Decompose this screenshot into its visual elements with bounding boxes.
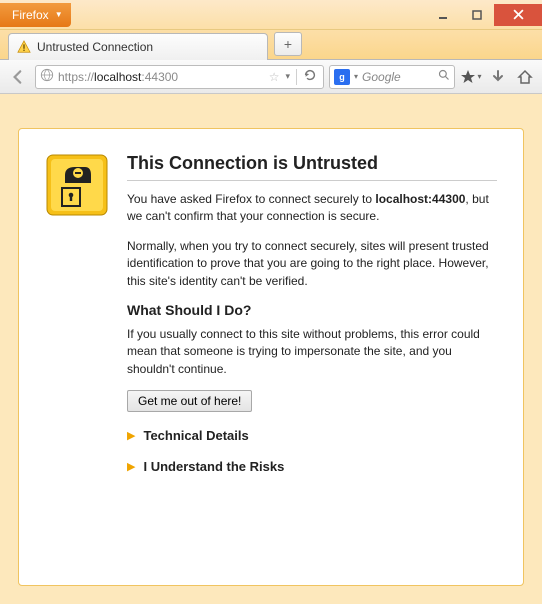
chevron-down-icon: ▼ [55,10,63,19]
nav-back-button[interactable] [6,65,30,89]
window-maximize-button[interactable] [460,4,494,26]
nav-toolbar: https://localhost:44300 ☆ ▾ g ▾ Google ▾ [0,60,542,94]
close-icon [513,9,524,20]
window-close-button[interactable] [494,4,542,26]
window-titlebar: Firefox ▼ [0,0,542,30]
error-heading: This Connection is Untrusted [127,153,497,181]
url-text: https://localhost:44300 [58,70,265,84]
url-scheme: https:// [58,70,94,84]
tab-title: Untrusted Connection [37,40,153,54]
urlbar-endcap: ☆ ▾ [269,68,321,85]
error-host: localhost:44300 [375,192,465,206]
google-engine-icon[interactable]: g [334,69,350,85]
error-para-3: If you usually connect to this site with… [127,326,497,378]
tab-strip: Untrusted Connection + [0,30,542,60]
search-bar[interactable]: g ▾ Google [329,65,455,89]
plus-icon: + [284,36,292,52]
downloads-button[interactable] [487,66,509,88]
search-icon[interactable] [438,69,450,84]
url-host: localhost [94,70,141,84]
maximize-icon [472,10,482,20]
firefox-menu-label: Firefox [12,8,49,22]
get-me-out-button[interactable]: Get me out of here! [127,390,252,412]
search-placeholder: Google [362,70,401,84]
chevron-down-icon: ▾ [477,72,481,81]
window-controls [426,4,542,26]
understand-risks-label: I Understand the Risks [143,459,284,474]
window-minimize-button[interactable] [426,4,460,26]
error-body: This Connection is Untrusted You have as… [127,153,497,559]
error-para-2: Normally, when you try to connect secure… [127,238,497,290]
back-arrow-icon [9,68,27,86]
understand-risks-expander[interactable]: ▶ I Understand the Risks [127,459,497,474]
url-bar[interactable]: https://localhost:44300 ☆ ▾ [35,65,324,89]
untrusted-badge-icon [45,153,109,217]
bookmarks-menu-button[interactable]: ▾ [460,66,482,88]
reload-icon[interactable] [303,68,317,85]
firefox-menu-button[interactable]: Firefox ▼ [0,3,71,27]
minimize-icon [438,10,448,20]
home-button[interactable] [514,66,536,88]
bookmark-star-icon[interactable]: ☆ [269,70,280,84]
expand-arrow-icon: ▶ [127,460,135,473]
warning-triangle-icon [17,40,31,54]
globe-icon [40,68,54,85]
new-tab-button[interactable]: + [274,32,302,56]
dropdown-chevron-icon[interactable]: ▾ [285,71,290,82]
page-content-area: This Connection is Untrusted You have as… [0,94,542,604]
technical-details-expander[interactable]: ▶ Technical Details [127,428,497,443]
technical-details-label: Technical Details [143,428,248,443]
expand-arrow-icon: ▶ [127,429,135,442]
home-icon [517,69,533,85]
download-arrow-icon [490,69,506,85]
error-panel: This Connection is Untrusted You have as… [18,128,524,586]
what-should-i-do-heading: What Should I Do? [127,302,497,318]
engine-chevron-icon: ▾ [354,72,358,81]
error-para-1: You have asked Firefox to connect secure… [127,191,497,226]
bookmark-filled-icon [460,69,476,85]
tab-active[interactable]: Untrusted Connection [8,33,268,60]
url-port: :44300 [141,70,178,84]
urlbar-divider [296,69,297,85]
